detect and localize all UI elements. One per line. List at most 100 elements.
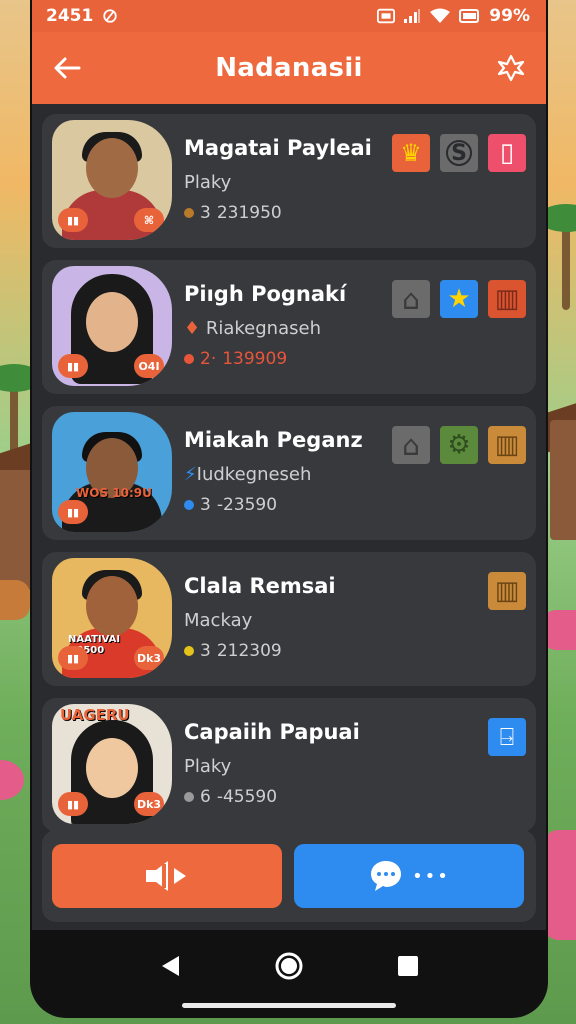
star-button[interactable]: ★	[440, 280, 478, 318]
photo-right-badge: Dk3	[134, 792, 164, 816]
trash-button[interactable]: ▥	[488, 572, 526, 610]
avatar: ▮▮ O4I	[52, 266, 172, 386]
battery-level: 99%	[489, 6, 530, 26]
flame-icon: ♦	[184, 318, 206, 339]
phone-button[interactable]: ▯	[488, 134, 526, 172]
phone-icon: ▯	[499, 138, 515, 168]
stat-dot-icon	[184, 792, 194, 802]
bottom-action-panel: •••	[42, 830, 536, 922]
home-button[interactable]: ⌂	[392, 426, 430, 464]
contact-subtitle: Mackay	[184, 610, 253, 631]
stat-dot-icon	[184, 500, 194, 510]
contact-name: Clala Remsai	[184, 574, 336, 598]
contact-subtitle: Plaky	[184, 172, 232, 193]
s-coin-button[interactable]: S	[440, 134, 478, 172]
play-badge: ▮▮	[58, 354, 88, 378]
play-badge: ▮▮	[58, 208, 88, 232]
play-badge: ▮▮	[58, 500, 88, 524]
trash-icon: ▥	[494, 284, 520, 314]
stat-value: -45590	[216, 787, 278, 807]
nav-back-button[interactable]	[159, 954, 181, 982]
stat-value: 212309	[216, 641, 282, 661]
stat-dot-icon	[184, 208, 194, 218]
back-button[interactable]	[50, 51, 84, 85]
app-bar: Nadanasii	[32, 32, 546, 104]
contact-name: Piıgh Pognakí	[184, 282, 347, 306]
play-badge: ▮▮	[58, 646, 88, 670]
status-time: 2451	[46, 6, 94, 26]
audio-button[interactable]	[52, 844, 282, 908]
avatar: UAGERU ▮▮ Dk3	[52, 704, 172, 824]
home-button[interactable]: ⌂	[392, 280, 430, 318]
speaker-icon	[146, 861, 186, 891]
chat-bubble-icon	[371, 861, 402, 891]
media-icon	[377, 8, 396, 24]
play-badge: ▮▮	[58, 792, 88, 816]
list-item[interactable]: WOS 10:9U ▮▮ Miakah Peganz ⚡Iudkegneseh …	[42, 406, 536, 540]
home-indicator[interactable]	[182, 1003, 396, 1008]
status-bar: 2451 99%	[32, 0, 546, 32]
back-arrow-icon	[54, 57, 81, 79]
stat-value: -23590	[216, 495, 278, 515]
star-outline-menu-icon	[497, 54, 525, 82]
photo-banner-text: WOS 10:9U	[76, 486, 152, 500]
crown-icon: ♛	[400, 139, 422, 167]
stat-count: 3	[200, 203, 211, 223]
contact-subtitle: ♦ Riakegnaseh	[184, 318, 321, 339]
stat-count: 3	[200, 495, 211, 515]
trash-button[interactable]: ▥	[488, 426, 526, 464]
gear-button[interactable]: ⚙	[440, 426, 478, 464]
stat-count: 3	[200, 641, 211, 661]
nav-home-button[interactable]	[274, 951, 304, 985]
s-coin-icon: S	[446, 140, 472, 166]
list-item[interactable]: ▮▮ ⌘ Magatai Payleai Plaky 3 231950 ♛ S …	[42, 114, 536, 248]
chat-dots: •••	[412, 865, 450, 887]
stat-dot-icon	[184, 354, 194, 364]
contact-stat: 2· 139909	[184, 349, 346, 369]
trash-icon: ▥	[494, 430, 520, 460]
chat-button[interactable]: •••	[294, 844, 524, 908]
phone-screen: 2451 99% Nadanasii ▮▮ ⌘ Magatai Payleai …	[32, 0, 546, 1016]
photo-right-badge: O4I	[134, 354, 164, 378]
star-icon: ★	[447, 284, 471, 314]
contact-stat: 3 231950	[184, 203, 372, 223]
photo-right-badge: ⌘	[134, 208, 164, 232]
avatar: WOS 10:9U ▮▮	[52, 412, 172, 532]
avatar: ▮▮ ⌘	[52, 120, 172, 240]
lightning-icon: ⚡	[184, 464, 197, 485]
battery-icon	[459, 9, 480, 23]
page-title: Nadanasii	[215, 53, 363, 83]
stat-count: 2·	[200, 349, 217, 369]
home-icon: ⌂	[402, 282, 420, 316]
stat-value: 139909	[222, 349, 288, 369]
gear-icon: ⚙	[447, 430, 471, 460]
wifi-icon	[430, 8, 451, 23]
contact-stat: 3 212309	[184, 641, 336, 661]
notification-icon	[103, 9, 117, 23]
home-icon: ⌂	[402, 428, 420, 462]
exit-button[interactable]: ⍈	[488, 718, 526, 756]
list-item[interactable]: UAGERU ▮▮ Dk3 Capaiih Papuai Plaky 6 -45…	[42, 698, 536, 832]
contact-name: Capaiih Papuai	[184, 720, 360, 744]
contact-name: Miakah Peganz	[184, 428, 363, 452]
exit-door-icon: ⍈	[499, 723, 515, 751]
nav-recents-icon	[398, 956, 419, 976]
nav-back-icon	[161, 956, 179, 976]
contact-name: Magatai Payleai	[184, 136, 372, 160]
list-item[interactable]: NAATIVAI +0500 ▮▮ Dk3 Clala Remsai Macka…	[42, 552, 536, 686]
trash-button[interactable]: ▥	[488, 280, 526, 318]
stat-dot-icon	[184, 646, 194, 656]
list-item[interactable]: ▮▮ O4I Piıgh Pognakí ♦ Riakegnaseh 2· 13…	[42, 260, 536, 394]
contact-stat: 6 -45590	[184, 787, 360, 807]
contact-subtitle: Plaky	[184, 756, 232, 777]
contact-subtitle: ⚡Iudkegneseh	[184, 464, 312, 485]
avatar: NAATIVAI +0500 ▮▮ Dk3	[52, 558, 172, 678]
menu-button[interactable]	[494, 51, 528, 85]
nav-recents-button[interactable]	[397, 955, 419, 981]
contact-stat: 3 -23590	[184, 495, 363, 515]
crown-button[interactable]: ♛	[392, 134, 430, 172]
stat-count: 6	[200, 787, 211, 807]
photo-right-badge: Dk3	[134, 646, 164, 670]
stat-value: 231950	[216, 203, 282, 223]
system-nav-bar	[32, 930, 546, 1016]
